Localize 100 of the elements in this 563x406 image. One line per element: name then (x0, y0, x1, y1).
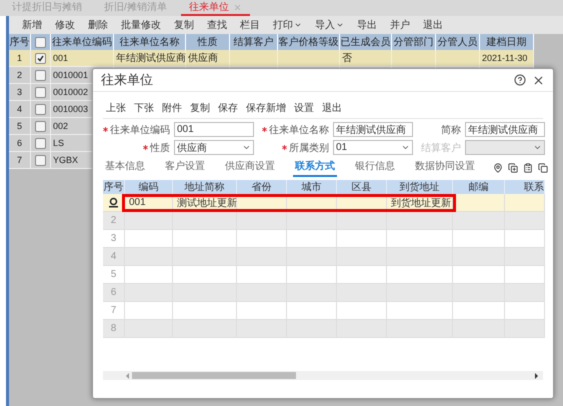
tab[interactable]: 数据协同设置 (413, 159, 477, 177)
row-number: 3 (103, 230, 125, 248)
help-icon[interactable] (514, 74, 526, 86)
toolbar-button[interactable]: 导入 (310, 17, 349, 33)
table-cell (387, 230, 453, 248)
caret-icon (294, 21, 302, 29)
input-field[interactable]: 年结测试供应商 (465, 122, 545, 137)
table-cell (387, 212, 453, 230)
column-header: 已生成会员 (340, 34, 392, 50)
horizontal-scrollbar[interactable] (103, 371, 543, 380)
toolbar-button[interactable]: 并户 (385, 17, 415, 33)
copy-plus-icon[interactable] (508, 163, 518, 173)
toolbar-button[interactable]: 栏目 (235, 17, 265, 33)
row-number: 7 (103, 302, 125, 320)
close-icon[interactable] (532, 74, 545, 86)
input-field[interactable]: 001 (174, 122, 254, 137)
table-cell (453, 284, 505, 302)
toolbar-button[interactable]: 保存新增 (243, 101, 289, 115)
toolbar-button[interactable]: 退出 (319, 101, 345, 115)
toolbar-button[interactable]: 删除 (83, 17, 113, 33)
caret-icon (401, 143, 410, 152)
toolbar-button[interactable]: 退出 (418, 17, 448, 33)
table-cell (173, 230, 237, 248)
toolbar-button[interactable]: 新增 (17, 17, 47, 33)
checkbox[interactable] (35, 138, 46, 148)
clipboard-icon[interactable] (523, 163, 533, 173)
row-number: 5 (9, 118, 31, 135)
tab[interactable]: 联系方式 (293, 159, 337, 177)
select-field[interactable] (465, 140, 545, 155)
table-cell (125, 266, 173, 284)
table-cell (230, 50, 278, 67)
column-header: 区县 (337, 180, 387, 194)
table-cell: 供应商 (186, 50, 230, 67)
row-number: 2 (9, 67, 31, 84)
table-cell (387, 320, 453, 338)
field-label: 结算客户 (421, 142, 461, 154)
table-cell (237, 248, 287, 266)
field-label: 往来单位名称 (269, 124, 329, 136)
table-cell (337, 266, 387, 284)
table-cell (387, 266, 453, 284)
row-number: 3 (9, 84, 31, 101)
checkbox[interactable] (35, 70, 46, 80)
checkbox[interactable] (35, 154, 46, 166)
table-cell (237, 320, 287, 338)
table-cell: 否 (340, 50, 392, 67)
row-number: 6 (103, 284, 125, 302)
table-cell (453, 302, 505, 320)
column-header: 编码 (125, 180, 173, 194)
caret-icon (533, 143, 542, 152)
toolbar-button[interactable]: 附件 (159, 101, 185, 115)
tab[interactable]: 客户设置 (163, 159, 207, 177)
toolbar-button[interactable]: 批量修改 (116, 17, 166, 33)
checkbox[interactable] (35, 36, 46, 48)
table-cell (505, 194, 545, 212)
table-cell (173, 284, 237, 302)
toolbar-button[interactable]: 设置 (291, 101, 317, 115)
table-cell (392, 50, 436, 67)
toolbar-button[interactable]: 导出 (352, 17, 382, 33)
toolbar-button[interactable]: 复制 (169, 17, 199, 33)
row-number: 4 (9, 101, 31, 118)
toolbar-button[interactable]: 修改 (50, 17, 80, 33)
table-cell (453, 194, 505, 212)
table-cell (505, 284, 545, 302)
toolbar-button[interactable]: 保存 (215, 101, 241, 115)
select-field[interactable]: 01 (333, 140, 413, 155)
table-cell (453, 266, 505, 284)
table-cell (505, 266, 545, 284)
toolbar-button[interactable]: 下张 (131, 101, 157, 115)
toolbar-button[interactable]: 复制 (187, 101, 213, 115)
table-cell (453, 248, 505, 266)
map-pin-icon[interactable] (493, 163, 503, 173)
checkbox[interactable] (35, 86, 46, 98)
table-cell: 年结测试供应商 (114, 50, 186, 67)
select-field[interactable]: 供应商 (174, 140, 254, 155)
column-header: 邮编 (453, 180, 505, 194)
column-header: 城市 (287, 180, 337, 194)
checkbox[interactable] (35, 52, 46, 64)
toolbar-button[interactable]: 打印 (268, 17, 307, 33)
table-cell (453, 230, 505, 248)
checkbox[interactable] (35, 104, 46, 114)
column-header: 往来单位名称 (114, 34, 186, 50)
tab[interactable]: 供应商设置 (223, 159, 277, 177)
toolbar-button[interactable]: 查找 (202, 17, 232, 33)
table-cell (387, 302, 453, 320)
table-cell (125, 302, 173, 320)
copy-icon[interactable] (538, 163, 548, 173)
table-cell (173, 302, 237, 320)
column-header: 结算客户 (230, 34, 278, 50)
table-cell (387, 248, 453, 266)
table-cell (173, 320, 237, 338)
column-header: 省份 (237, 180, 287, 194)
input-field[interactable]: 年结测试供应商 (333, 122, 413, 137)
caret-icon (336, 21, 344, 29)
table-cell (337, 302, 387, 320)
table-cell (125, 320, 173, 338)
row-number: 6 (9, 135, 31, 152)
checkbox[interactable] (35, 120, 46, 132)
table-cell (337, 248, 387, 266)
row-number: 5 (103, 266, 125, 284)
tab[interactable]: 银行信息 (353, 159, 397, 177)
